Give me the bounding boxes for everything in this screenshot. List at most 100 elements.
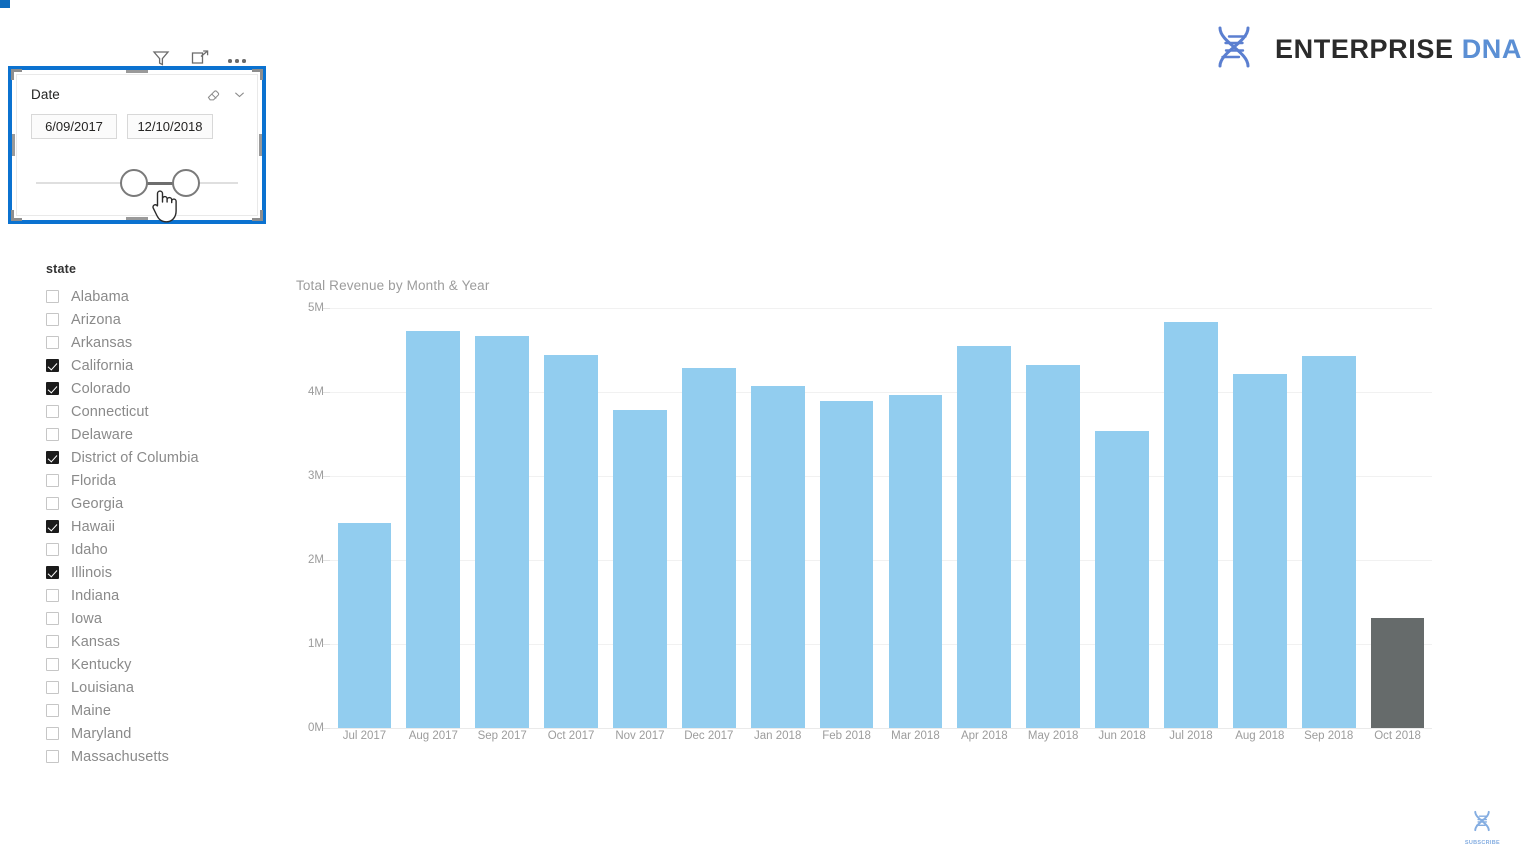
bar[interactable] [337, 523, 392, 728]
resize-handle-right[interactable] [259, 134, 262, 156]
state-list-item[interactable]: Arkansas [46, 331, 286, 354]
bar-slot [674, 308, 743, 728]
checkbox-checked[interactable] [46, 566, 59, 579]
subscribe-label: SUBSCRIBE [1464, 840, 1500, 846]
bar[interactable] [1301, 355, 1356, 728]
more-options-icon[interactable] [228, 44, 246, 72]
checkbox-unchecked[interactable] [46, 658, 59, 671]
resize-handle-bottom-left[interactable] [11, 210, 22, 221]
y-axis-tickmark [323, 644, 330, 645]
date-range-slider[interactable] [36, 161, 238, 223]
bar-highlighted[interactable] [1370, 617, 1425, 728]
revenue-bar-chart-visual[interactable]: Total Revenue by Month & Year 0M 1M 2M 3M 4M… [292, 278, 1432, 768]
subscribe-watermark[interactable]: SUBSCRIBE [1465, 809, 1500, 846]
state-list-item[interactable]: Iowa [46, 607, 286, 630]
state-list-item-label: Kansas [71, 633, 120, 650]
state-list-item[interactable]: Maryland [46, 722, 286, 745]
state-list-item[interactable]: Indiana [46, 584, 286, 607]
state-list-item[interactable]: Alabama [46, 285, 286, 308]
checkbox-unchecked[interactable] [46, 428, 59, 441]
state-list-item-label: Idaho [71, 541, 108, 558]
state-list-item[interactable]: Kansas [46, 630, 286, 653]
state-list-item-label: Kentucky [71, 656, 132, 673]
checkbox-unchecked[interactable] [46, 290, 59, 303]
state-list-item-label: California [71, 357, 134, 374]
resize-handle-top[interactable] [126, 70, 148, 73]
x-axis: Jul 2017 Aug 2017 Sep 2017 Oct 2017 Nov 2017… [330, 730, 1432, 742]
state-list-item[interactable]: Kentucky [46, 653, 286, 676]
y-axis-tickmark [323, 476, 330, 477]
state-list-item[interactable]: Colorado [46, 377, 286, 400]
x-axis-tick-label: May 2018 [1027, 730, 1079, 742]
resize-handle-bottom[interactable] [126, 217, 148, 220]
x-axis-tick-label: Jul 2017 [342, 730, 387, 742]
checkbox-unchecked[interactable] [46, 497, 59, 510]
state-list-item[interactable]: Massachusetts [46, 745, 286, 768]
chevron-down-icon[interactable] [232, 87, 247, 102]
end-date-field[interactable]: 12/10/2018 [127, 114, 213, 139]
bar[interactable] [819, 401, 874, 728]
slider-handle-left[interactable] [120, 169, 148, 197]
state-list-item[interactable]: Louisiana [46, 676, 286, 699]
state-list-item-label: Louisiana [71, 679, 134, 696]
bar[interactable] [544, 355, 598, 728]
bar[interactable] [1026, 365, 1081, 728]
state-list-item[interactable]: District of Columbia [46, 446, 286, 469]
bar[interactable] [1232, 373, 1287, 728]
state-list-item[interactable]: Delaware [46, 423, 286, 446]
focus-mode-icon[interactable] [189, 47, 211, 69]
date-slicer-body: Date 6/09/2017 12/10/2018 [16, 74, 258, 223]
x-axis-tick-label: Sep 2017 [477, 730, 527, 742]
checkbox-unchecked[interactable] [46, 635, 59, 648]
resize-handle-top-right[interactable] [252, 69, 263, 80]
state-list-item[interactable]: California [46, 354, 286, 377]
state-list-item[interactable]: Illinois [46, 561, 286, 584]
checkbox-checked[interactable] [46, 520, 59, 533]
filter-funnel-icon[interactable] [150, 47, 172, 69]
x-axis-tick-label: Oct 2017 [547, 730, 595, 742]
bar[interactable] [681, 368, 736, 728]
resize-handle-left[interactable] [12, 134, 15, 156]
state-list-item[interactable]: Florida [46, 469, 286, 492]
checkbox-checked[interactable] [46, 382, 59, 395]
bar[interactable] [406, 330, 461, 728]
checkbox-unchecked[interactable] [46, 727, 59, 740]
checkbox-checked[interactable] [46, 451, 59, 464]
resize-handle-bottom-right[interactable] [252, 210, 263, 221]
bar-slot [1294, 308, 1363, 728]
start-date-field[interactable]: 6/09/2017 [31, 114, 117, 139]
bar[interactable] [1095, 430, 1149, 728]
bar[interactable] [750, 386, 805, 728]
resize-handle-top-left[interactable] [11, 69, 22, 80]
checkbox-unchecked[interactable] [46, 313, 59, 326]
checkbox-unchecked[interactable] [46, 612, 59, 625]
state-list-item-label: Delaware [71, 426, 134, 443]
checkbox-unchecked[interactable] [46, 543, 59, 556]
state-list-item[interactable]: Idaho [46, 538, 286, 561]
state-list-item[interactable]: Hawaii [46, 515, 286, 538]
checkbox-unchecked[interactable] [46, 750, 59, 763]
state-list-item-label: Colorado [71, 380, 131, 397]
checkbox-checked[interactable] [46, 359, 59, 372]
y-axis: 0M 1M 2M 3M 4M 5M [292, 302, 330, 734]
bar[interactable] [1164, 322, 1218, 728]
checkbox-unchecked[interactable] [46, 405, 59, 418]
checkbox-unchecked[interactable] [46, 474, 59, 487]
bar[interactable] [888, 394, 943, 728]
eraser-clear-filter-icon[interactable] [206, 87, 221, 102]
checkbox-unchecked[interactable] [46, 589, 59, 602]
checkbox-unchecked[interactable] [46, 704, 59, 717]
bar[interactable] [613, 410, 667, 728]
state-list-item[interactable]: Arizona [46, 308, 286, 331]
checkbox-unchecked[interactable] [46, 681, 59, 694]
bar-slot [881, 308, 950, 728]
date-slicer-visual[interactable]: Date 6/09/2017 12/10/2018 [8, 66, 266, 224]
state-list-item[interactable]: Connecticut [46, 400, 286, 423]
checkbox-unchecked[interactable] [46, 336, 59, 349]
bar[interactable] [957, 345, 1012, 728]
bar-slot [1157, 308, 1226, 728]
state-list-item[interactable]: Maine [46, 699, 286, 722]
x-axis-tick-label: Mar 2018 [891, 730, 940, 742]
state-list-item[interactable]: Georgia [46, 492, 286, 515]
bar[interactable] [475, 335, 530, 728]
